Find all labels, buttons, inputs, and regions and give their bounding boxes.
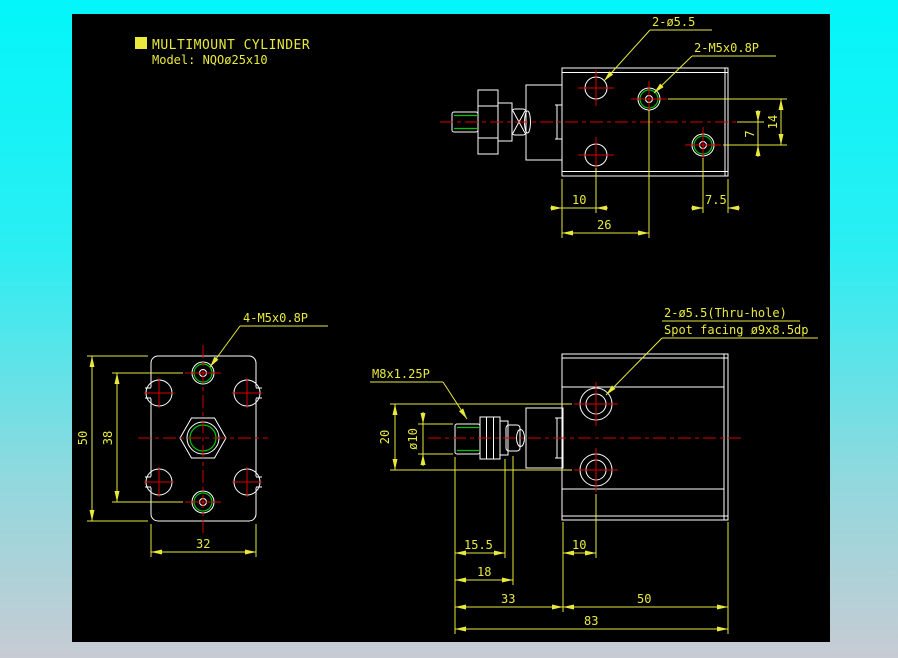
dim-rod-dia: ø10 (406, 428, 420, 450)
label-thru-hole-line2: Spot facing ø9x8.5dp (664, 323, 809, 337)
dim-7-5: 7.5 (705, 193, 727, 207)
dim-18: 18 (477, 565, 491, 579)
label-tapped-holes: 2-M5x0.8P (694, 41, 759, 55)
label-rod-thread: M8x1.25P (372, 367, 430, 381)
dim-15-5: 15.5 (464, 538, 493, 552)
dim-50: 50 (637, 592, 651, 606)
dim-33: 33 (501, 592, 515, 606)
dim-32: 32 (196, 537, 210, 551)
dim-10: 10 (572, 538, 586, 552)
label-thru-holes: 2-ø5.5 (652, 15, 695, 29)
dim-38: 38 (101, 431, 115, 445)
dim-14: 14 (766, 115, 780, 129)
desktop-frame: MULTIMOUNT CYLINDER Model: NQOø25x10 2-ø… (0, 0, 898, 658)
drawing-model: Model: NQOø25x10 (152, 53, 268, 67)
dim-7: 7 (743, 130, 757, 137)
label-thru-hole-line1: 2-ø5.5(Thru-hole) (664, 306, 787, 320)
dim-20: 20 (378, 430, 392, 444)
dim-83: 83 (584, 614, 598, 628)
cad-drawing: MULTIMOUNT CYLINDER Model: NQOø25x10 2-ø… (72, 14, 830, 642)
dim-26: 26 (597, 218, 611, 232)
label-tapped-holes: 4-M5x0.8P (243, 311, 308, 325)
drawing-title: MULTIMOUNT CYLINDER (152, 38, 310, 53)
dim-50: 50 (76, 431, 90, 445)
title-bullet-icon (135, 37, 147, 49)
dim-10: 10 (572, 193, 586, 207)
